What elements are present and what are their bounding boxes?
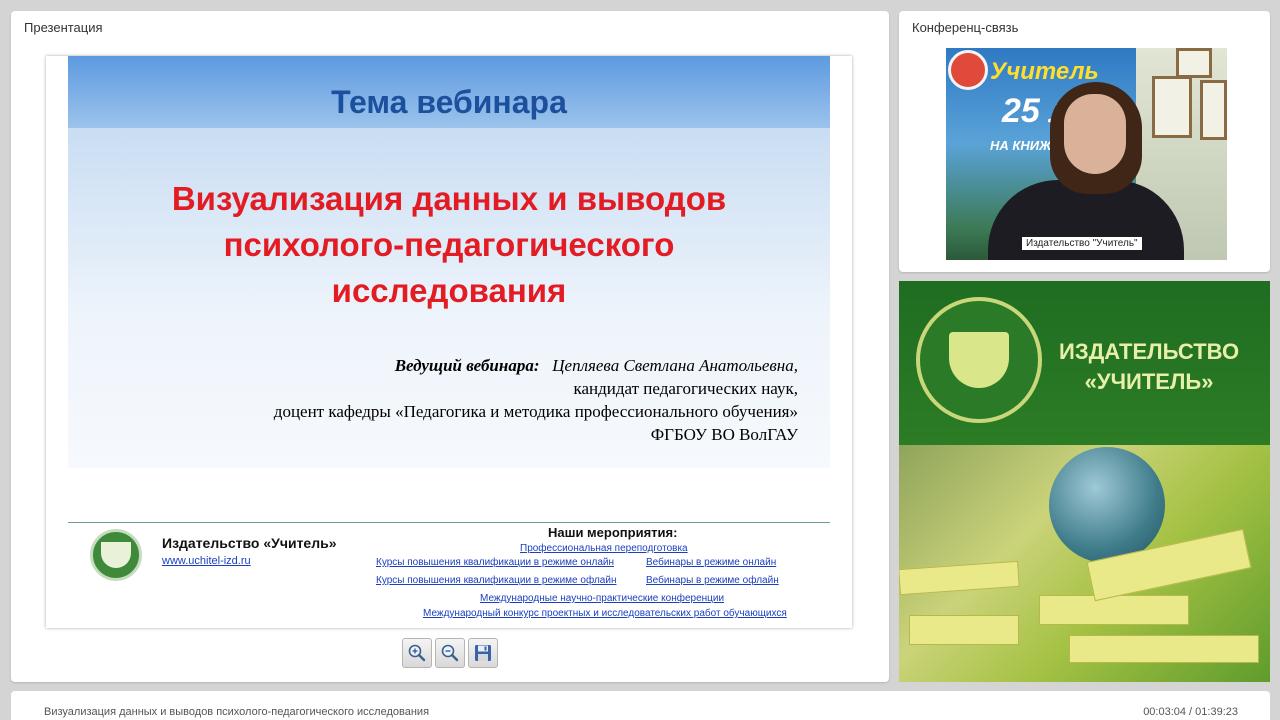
presenter-line: ФГБОУ ВО ВолГАУ: [650, 425, 798, 444]
video-feed[interactable]: Учитель 25 л НА КНИЖНО Издательство "Учи…: [946, 48, 1227, 260]
book-icon: [909, 615, 1019, 645]
slide-footer: Издательство «Учитель» www.uchitel-izd.r…: [68, 522, 830, 626]
wall-frame-icon: [1200, 80, 1227, 140]
event-link[interactable]: Курсы повышения квалификации в режиме он…: [376, 557, 614, 568]
publisher-url-link[interactable]: www.uchitel-izd.ru: [162, 555, 251, 567]
zoom-in-icon: [408, 644, 426, 662]
speaker-figure: [1064, 94, 1126, 174]
slide-body: Визуализация данных и выводов психолого-…: [68, 128, 830, 468]
video-participant-label: Издательство "Учитель": [1022, 237, 1142, 250]
poster-logo-icon: [948, 50, 988, 90]
conference-panel: Конференц-связь Учитель 25 л НА КНИЖНО И…: [899, 11, 1270, 272]
playback-time: 00:03:04 / 01:39:23: [1143, 706, 1238, 718]
event-link[interactable]: Международный конкурс проектных и исслед…: [423, 608, 787, 619]
save-button[interactable]: [468, 638, 498, 668]
banner-title-line: «УЧИТЕЛЬ»: [1084, 369, 1214, 394]
globe-icon: [1049, 447, 1165, 563]
publisher-name: Издательство «Учитель»: [162, 535, 337, 551]
slide-main-title-line: исследования: [331, 272, 567, 309]
event-link[interactable]: Курсы повышения квалификации в режиме оф…: [376, 575, 616, 586]
banner-photo: [899, 445, 1270, 682]
slide-header: Тема вебинара: [68, 56, 830, 128]
presenter-role: Ведущий вебинара: [394, 356, 534, 375]
slide-main-title: Визуализация данных и выводов психолого-…: [68, 176, 830, 314]
presenter-line: Ведущий вебинара: Цепляева Светлана Анат…: [394, 356, 798, 375]
event-link[interactable]: Международные научно-практические конфер…: [480, 593, 724, 604]
publisher-logo-icon: [90, 529, 142, 581]
event-link[interactable]: Вебинары в режиме офлайн: [646, 575, 779, 586]
slide-header-text: Тема вебинара: [331, 84, 567, 120]
presenter-info: Ведущий вебинара: Цепляева Светлана Анат…: [274, 354, 798, 446]
zoom-out-button[interactable]: [435, 638, 465, 668]
publisher-logo-icon: [916, 297, 1042, 423]
banner-title-line: ИЗДАТЕЛЬСТВО: [1059, 339, 1240, 364]
banner-top: ИЗДАТЕЛЬСТВО «УЧИТЕЛЬ»: [899, 281, 1270, 445]
book-icon: [1069, 635, 1259, 663]
presentation-panel-title: Презентация: [24, 20, 103, 35]
zoom-in-button[interactable]: [402, 638, 432, 668]
events-title: Наши мероприятия:: [548, 525, 678, 540]
slide: Тема вебинара Визуализация данных и выво…: [46, 56, 852, 628]
slide-main-title-line: психолого-педагогического: [223, 226, 675, 263]
slide-main-title-line: Визуализация данных и выводов: [171, 180, 727, 217]
publisher-banner[interactable]: ИЗДАТЕЛЬСТВО «УЧИТЕЛЬ»: [899, 281, 1270, 682]
event-link[interactable]: Профессиональная переподготовка: [520, 543, 688, 554]
floppy-disk-icon: [475, 645, 491, 661]
presenter-line: кандидат педагогических наук,: [573, 379, 798, 398]
status-webinar-title: Визуализация данных и выводов психолого-…: [44, 706, 430, 718]
banner-title: ИЗДАТЕЛЬСТВО «УЧИТЕЛЬ»: [1059, 337, 1239, 397]
status-bar: Визуализация данных и выводов психолого-…: [11, 691, 1270, 720]
event-link[interactable]: Вебинары в режиме онлайн: [646, 557, 776, 568]
conference-panel-title: Конференц-связь: [912, 20, 1019, 35]
book-icon: [1039, 595, 1189, 625]
book-icon: [899, 560, 1020, 596]
poster-text: Учитель: [990, 58, 1099, 85]
presentation-panel: Презентация Тема вебинара Визуализация д…: [11, 11, 889, 682]
presenter-name: Цепляева Светлана Анатольевна,: [552, 356, 798, 375]
zoom-out-icon: [441, 644, 459, 662]
wall-frame-icon: [1152, 76, 1192, 138]
wall-frame-icon: [1176, 48, 1212, 78]
presenter-line: доцент кафедры «Педагогика и методика пр…: [273, 402, 798, 421]
